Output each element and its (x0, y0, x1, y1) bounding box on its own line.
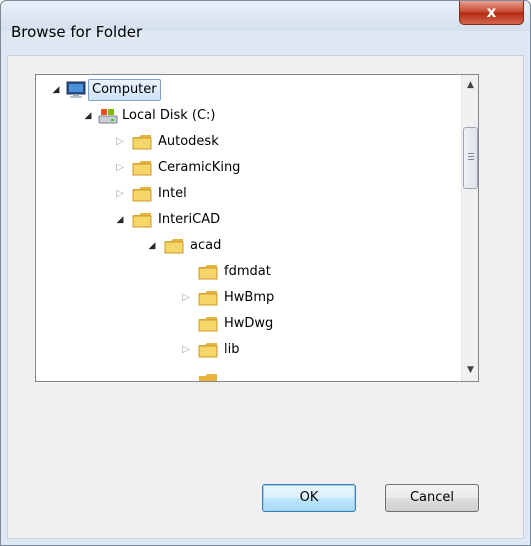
folder-icon (198, 265, 218, 280)
scrollbar-thumb[interactable] (463, 127, 478, 189)
tree-item-label: Computer (88, 79, 161, 101)
tree-item-label: Intel (158, 186, 187, 201)
expand-closed-icon[interactable]: ▷ (114, 129, 126, 155)
window-title: Browse for Folder (11, 23, 143, 41)
tree-item-label: acad (190, 238, 222, 253)
folder-icon (132, 135, 152, 150)
folder-icon (164, 239, 184, 254)
title-bar[interactable]: Browse for Folder x (1, 1, 530, 41)
tree-item-fdmdat[interactable]: fdmdat (36, 259, 456, 285)
expand-open-icon[interactable]: ◢ (50, 77, 62, 103)
tree-item-label: fdmdat (224, 264, 271, 279)
tree-item-label: Autodesk (158, 134, 219, 149)
drive-icon (98, 109, 118, 124)
cancel-button[interactable]: Cancel (385, 484, 479, 512)
tree-item-intel[interactable]: ▷ Intel (36, 181, 456, 207)
scroll-up-arrow-icon[interactable]: ▲ (462, 77, 478, 94)
expand-closed-icon[interactable]: ▷ (180, 337, 192, 363)
expand-closed-icon[interactable]: ▷ (114, 181, 126, 207)
browse-for-folder-dialog: Browse for Folder x ◢ Computer ◢ Local D… (0, 0, 531, 546)
tree-item-local-disk[interactable]: ◢ Local Disk (C:) (36, 103, 456, 129)
tree-item-label: lib (224, 342, 240, 357)
expand-open-icon[interactable]: ◢ (82, 103, 94, 129)
computer-icon (66, 81, 86, 98)
folder-icon (132, 187, 152, 202)
tree-item-label: HwDwg (224, 316, 274, 331)
expand-closed-icon[interactable]: ▷ (180, 285, 192, 311)
tree-item-hwbmp[interactable]: ▷ HwBmp (36, 285, 456, 311)
folder-tree[interactable]: ◢ Computer ◢ Local Disk (C:) ▷ Autodesk … (35, 74, 479, 382)
expand-open-icon[interactable]: ◢ (146, 233, 158, 259)
tree-item-ceramicking[interactable]: ▷ CeramicKing (36, 155, 456, 181)
folder-icon (132, 161, 152, 176)
vertical-scrollbar[interactable]: ▲ ▼ (461, 75, 478, 381)
scroll-down-arrow-icon[interactable]: ▼ (462, 362, 478, 379)
tree-item-acad[interactable]: ◢ acad (36, 233, 456, 259)
folder-icon (199, 374, 217, 381)
folder-icon (198, 343, 218, 358)
folder-icon (132, 213, 152, 228)
tree-item-intericad[interactable]: ◢ InteriCAD (36, 207, 456, 233)
expand-closed-icon[interactable]: ▷ (114, 155, 126, 181)
tree-item-label: Local Disk (C:) (122, 108, 216, 123)
close-button[interactable]: x (459, 1, 524, 25)
tree-item-hwdwg[interactable]: HwDwg (36, 311, 456, 337)
tree-item-autodesk[interactable]: ▷ Autodesk (36, 129, 456, 155)
tree-item-label: CeramicKing (158, 160, 241, 175)
close-icon: x (486, 3, 497, 21)
expand-open-icon[interactable]: ◢ (114, 207, 126, 233)
tree-item-computer[interactable]: ◢ Computer (36, 77, 456, 103)
tree-item-label: HwBmp (224, 290, 275, 305)
folder-icon (198, 291, 218, 306)
ok-button[interactable]: OK (262, 484, 356, 512)
tree-item-label: InteriCAD (158, 212, 221, 227)
tree-item-lib[interactable]: ▷ lib (36, 337, 456, 363)
folder-icon (198, 317, 218, 332)
